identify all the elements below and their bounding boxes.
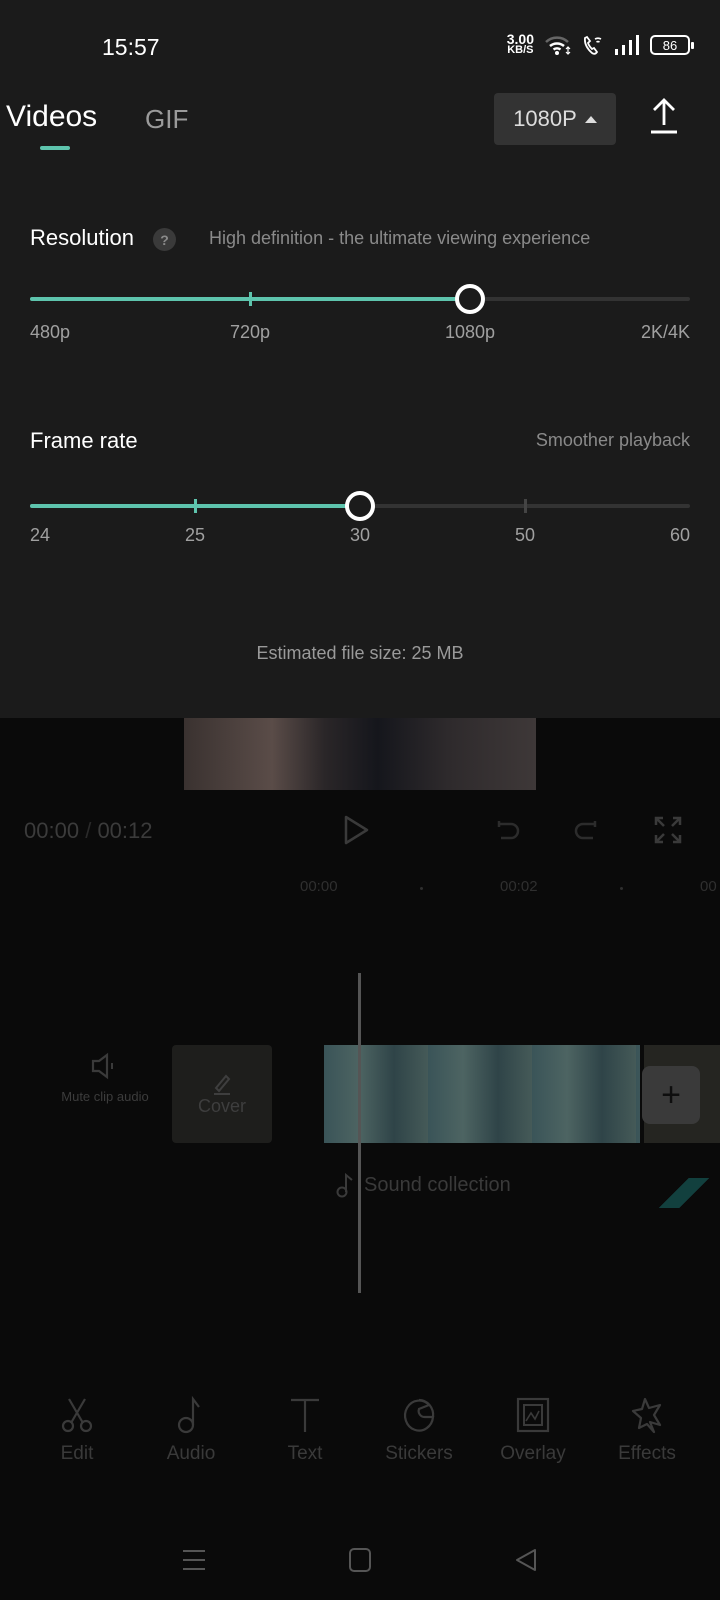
text-icon xyxy=(291,1398,319,1432)
pencil-icon xyxy=(214,1074,231,1095)
resolution-label: Resolution xyxy=(30,225,134,250)
undo-icon xyxy=(497,821,520,840)
music-note-icon xyxy=(336,1172,353,1198)
current-time: 00:00 xyxy=(24,818,80,843)
frame-rate-description: Smoother playback xyxy=(535,430,690,450)
battery-level: 86 xyxy=(662,37,678,53)
ruler-label: 00:02 xyxy=(500,878,538,895)
frame-rate-option-label[interactable]: 30 xyxy=(350,525,370,546)
undo-button[interactable] xyxy=(488,810,528,850)
video-clip-track[interactable] xyxy=(324,1045,640,1143)
system-navigation-bar xyxy=(0,1520,720,1600)
export-settings-sheet: 15:57 3.00 KB/S 86 Videos GIF 1080P Reso… xyxy=(0,0,720,718)
plus-icon: + xyxy=(661,1075,681,1114)
mute-clip-audio-button[interactable]: Mute clip audio xyxy=(60,1050,150,1106)
playhead[interactable] xyxy=(358,973,361,1293)
mute-clip-label: Mute clip audio xyxy=(61,1089,149,1104)
wifi-calling-icon xyxy=(583,35,602,55)
frame-rate-label: Frame rate xyxy=(30,428,138,453)
audio-waveform xyxy=(648,1178,720,1208)
cover-label: Cover xyxy=(197,1095,246,1116)
tool-label: Effects xyxy=(618,1443,676,1464)
export-button[interactable] xyxy=(643,94,685,138)
battery-indicator: 86 xyxy=(650,35,694,55)
signal-icon xyxy=(615,35,639,55)
add-clip-button[interactable]: + xyxy=(642,1066,700,1124)
resolution-tick-labels: 480p 720p 1080p 2K/4K xyxy=(30,322,690,346)
caret-up-icon xyxy=(584,115,597,123)
play-icon xyxy=(344,815,369,845)
resolution-option-label[interactable]: 480p xyxy=(30,322,70,343)
frame-rate-slider[interactable] xyxy=(30,491,690,521)
resolution-dropdown-label: 1080P xyxy=(513,106,577,131)
cover-button[interactable]: Cover xyxy=(172,1045,272,1143)
resolution-tick xyxy=(249,292,252,306)
resolution-option-label[interactable]: 720p xyxy=(230,322,270,343)
status-bar: 15:57 3.00 KB/S 86 xyxy=(0,0,720,90)
tool-edit[interactable]: Edit xyxy=(20,1395,134,1495)
frame-rate-option-label[interactable]: 25 xyxy=(185,525,205,546)
frame-rate-tick xyxy=(524,499,527,513)
frame-rate-option-label[interactable]: 60 xyxy=(670,525,690,546)
ruler-dot xyxy=(420,887,423,890)
bottom-toolbar: Edit Audio Text Stickers Overlay Effects xyxy=(0,1395,720,1495)
tool-effects[interactable]: Effects xyxy=(590,1395,704,1495)
frame-rate-option-label[interactable]: 50 xyxy=(515,525,535,546)
home-icon[interactable] xyxy=(347,1547,373,1573)
wifi-icon xyxy=(545,36,571,55)
resolution-option-label[interactable]: 2K/4K xyxy=(641,322,690,343)
redo-icon xyxy=(574,821,597,840)
ruler-label: 00 xyxy=(700,878,717,895)
tab-gif[interactable]: GIF xyxy=(145,104,188,135)
speaker-icon xyxy=(91,1052,113,1080)
network-speed-unit: KB/S xyxy=(507,44,534,56)
status-clock: 15:57 xyxy=(102,34,160,60)
sound-collection-track[interactable]: Sound collection xyxy=(336,1172,511,1198)
upload-icon xyxy=(651,98,677,134)
ruler-dot xyxy=(620,887,623,890)
time-separator: / xyxy=(85,818,92,843)
resolution-description: High definition - the ultimate viewing e… xyxy=(209,228,591,248)
tool-overlay[interactable]: Overlay xyxy=(476,1395,590,1495)
tool-text[interactable]: Text xyxy=(248,1395,362,1495)
status-icons: 3.00 KB/S 86 xyxy=(507,32,694,56)
total-time: 00:12 xyxy=(97,818,153,843)
resolution-slider-thumb[interactable] xyxy=(455,284,485,314)
tool-label: Audio xyxy=(166,1443,216,1464)
redo-button[interactable] xyxy=(566,810,606,850)
menu-icon[interactable] xyxy=(181,1547,207,1573)
fullscreen-button[interactable] xyxy=(648,810,688,850)
active-tab-indicator xyxy=(40,146,70,150)
resolution-slider[interactable] xyxy=(30,284,690,314)
scissors-icon xyxy=(61,1398,93,1433)
tool-stickers[interactable]: Stickers xyxy=(362,1395,476,1495)
estimated-file-size: Estimated file size: 25 MB xyxy=(256,643,464,663)
frame-rate-option-label[interactable]: 24 xyxy=(30,525,50,546)
back-icon[interactable] xyxy=(513,1547,539,1573)
tool-label: Text xyxy=(287,1443,323,1464)
fullscreen-icon xyxy=(654,816,682,844)
timeline-ruler: 00:00 00:02 00 xyxy=(0,875,720,899)
sound-collection-label: Sound collection xyxy=(364,1173,511,1196)
player-controls: 00:00 / 00:12 xyxy=(0,800,720,860)
tool-label: Edit xyxy=(60,1443,94,1464)
network-speed: 3.00 KB/S xyxy=(507,32,534,56)
tool-label: Overlay xyxy=(500,1443,566,1464)
tool-label: Stickers xyxy=(385,1443,453,1464)
frame-rate-tick-labels: 24 25 30 50 60 xyxy=(30,525,690,549)
sticker-icon xyxy=(404,1398,435,1432)
resolution-dropdown-button[interactable]: 1080P xyxy=(494,93,616,145)
tool-audio[interactable]: Audio xyxy=(134,1395,248,1495)
ruler-label: 00:00 xyxy=(300,878,338,895)
star-icon xyxy=(631,1397,662,1434)
tab-videos[interactable]: Videos xyxy=(6,100,97,134)
overlay-icon xyxy=(516,1397,550,1433)
frame-rate-slider-thumb[interactable] xyxy=(345,491,375,521)
play-button[interactable] xyxy=(336,810,376,850)
resolution-help-icon[interactable]: ? xyxy=(153,228,176,251)
music-note-icon xyxy=(177,1395,200,1434)
resolution-option-label[interactable]: 1080p xyxy=(445,322,495,343)
playback-time: 00:00 / 00:12 xyxy=(24,818,153,844)
frame-rate-tick xyxy=(194,499,197,513)
